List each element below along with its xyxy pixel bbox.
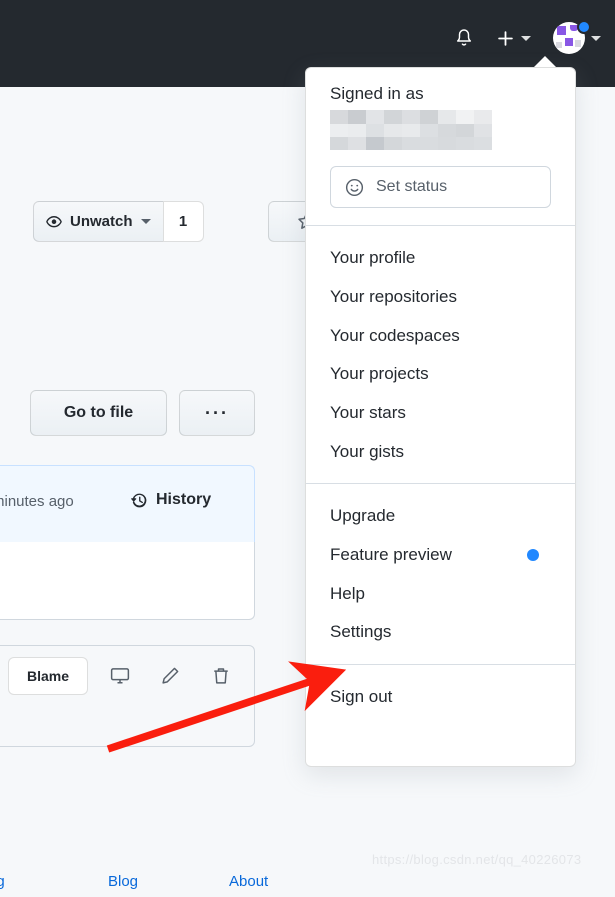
- history-label: History: [156, 491, 212, 508]
- footer-link-about[interactable]: About: [229, 873, 268, 890]
- menu-item-your-profile[interactable]: Your profile: [306, 239, 575, 278]
- chevron-down-icon: [140, 219, 151, 224]
- menu-item-upgrade[interactable]: Upgrade: [306, 497, 575, 536]
- menu-item-label: Your gists: [330, 441, 405, 461]
- dropdown-group-session: Sign out: [306, 665, 575, 729]
- desktop-download-icon[interactable]: [107, 663, 133, 689]
- menu-item-settings[interactable]: Settings: [306, 613, 575, 652]
- page-root: Unwatch 1 Go to file ··· minutes ago His…: [0, 0, 615, 890]
- footer-link-0[interactable]: ng: [0, 873, 5, 890]
- blame-button[interactable]: Blame: [8, 657, 88, 695]
- menu-item-your-stars[interactable]: Your stars: [306, 394, 575, 433]
- menu-item-your-projects[interactable]: Your projects: [306, 355, 575, 394]
- dropdown-group-tools: Upgrade Feature preview Help Settings: [306, 484, 575, 664]
- watch-count[interactable]: 1: [162, 201, 204, 242]
- set-status-label: Set status: [376, 178, 448, 196]
- pencil-icon[interactable]: [157, 663, 183, 689]
- notification-dot: [577, 20, 591, 34]
- go-to-file-button[interactable]: Go to file: [30, 390, 167, 436]
- menu-item-label: Your profile: [330, 248, 416, 268]
- header-actions: [442, 20, 607, 56]
- menu-item-your-gists[interactable]: Your gists: [306, 433, 575, 472]
- menu-item-label: Your repositories: [330, 287, 457, 307]
- user-menu-button[interactable]: [541, 20, 607, 54]
- plus-icon: [496, 29, 515, 48]
- chevron-down-icon: [591, 35, 601, 41]
- smiley-icon: [345, 178, 364, 197]
- menu-item-label: Settings: [330, 622, 392, 642]
- menu-item-label: Your codespaces: [330, 325, 460, 345]
- username-redacted: [330, 110, 492, 151]
- watch-button-group[interactable]: Unwatch 1: [33, 201, 204, 242]
- bell-icon[interactable]: [442, 20, 486, 56]
- footer-links: ng Blog About: [0, 873, 300, 897]
- footer-link-blog[interactable]: Blog: [108, 873, 138, 890]
- menu-item-your-codespaces[interactable]: Your codespaces: [306, 317, 575, 356]
- history-link[interactable]: History: [131, 491, 211, 509]
- menu-item-feature-preview[interactable]: Feature preview: [306, 536, 575, 575]
- trash-icon[interactable]: [208, 663, 234, 689]
- signed-in-as-label: Signed in as: [330, 84, 424, 103]
- dropdown-group-account: Your profile Your repositories Your code…: [306, 226, 575, 483]
- commit-time: minutes ago: [0, 493, 74, 510]
- menu-item-your-repositories[interactable]: Your repositories: [306, 278, 575, 317]
- dropdown-pointer: [534, 56, 556, 67]
- menu-item-label: Help: [330, 583, 365, 603]
- watermark: https://blog.csdn.net/qq_40226073: [372, 852, 582, 867]
- menu-item-help[interactable]: Help: [306, 575, 575, 614]
- unwatch-button[interactable]: Unwatch: [33, 201, 163, 242]
- menu-item-label: Feature preview: [330, 544, 452, 564]
- user-dropdown-menu: Signed in as Set status Your profile You…: [305, 67, 576, 767]
- unwatch-label: Unwatch: [70, 213, 133, 230]
- menu-item-label: Your projects: [330, 364, 429, 384]
- menu-item-label: Your stars: [330, 402, 406, 422]
- menu-item-label: Sign out: [330, 686, 393, 706]
- menu-item-label: Upgrade: [330, 506, 396, 526]
- file-content-box: [0, 542, 255, 620]
- eye-icon: [46, 214, 62, 230]
- history-clock-icon: [131, 492, 148, 509]
- chevron-down-icon: [521, 35, 531, 41]
- set-status-button[interactable]: Set status: [330, 166, 551, 209]
- create-new-button[interactable]: [486, 29, 541, 48]
- feature-preview-badge-dot: [527, 549, 539, 562]
- more-options-button[interactable]: ···: [179, 390, 255, 436]
- menu-item-sign-out[interactable]: Sign out: [306, 678, 575, 717]
